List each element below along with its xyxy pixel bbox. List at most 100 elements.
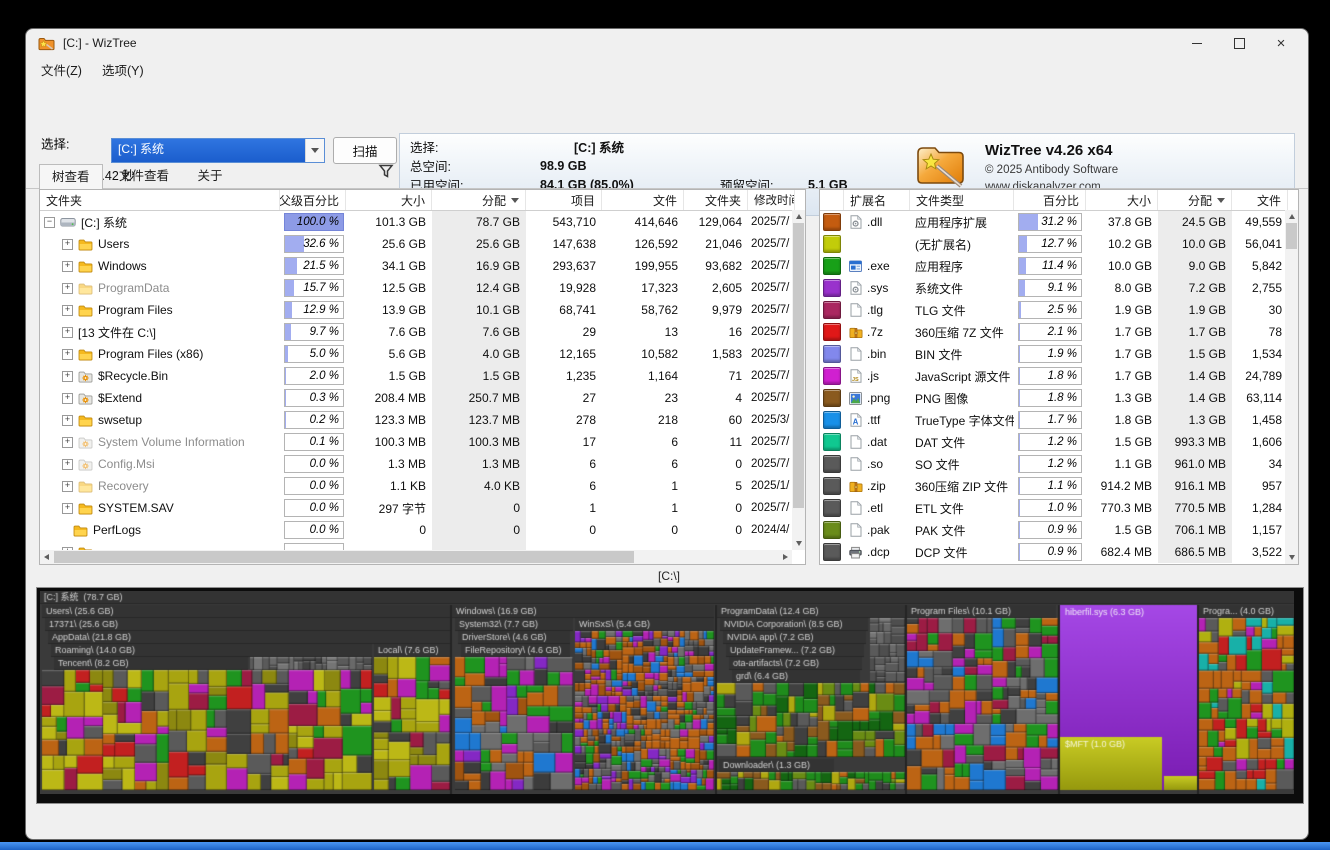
scan-button[interactable]: 扫描	[333, 137, 397, 164]
files-cell: 78	[1232, 321, 1288, 343]
menu-options[interactable]: 选项(Y)	[92, 60, 154, 79]
expand-expander[interactable]: +	[62, 503, 73, 514]
column-header-color[interactable]	[820, 190, 844, 210]
table-row[interactable]: +$Recycle.Bin2.0 %1.5 GB1.5 GB1,2351,164…	[40, 365, 805, 387]
column-header-folder[interactable]: 文件夹	[40, 190, 280, 210]
column-header-files[interactable]: 文件	[602, 190, 684, 210]
extension-cell: .so	[844, 453, 910, 475]
column-header-extension[interactable]: 扩展名	[844, 190, 910, 210]
scroll-up-arrow[interactable]	[1285, 210, 1298, 223]
table-row[interactable]: .zip360压缩 ZIP 文件1.1 %914.2 MB916.1 MB957	[820, 475, 1298, 497]
files-cell: 957	[1232, 475, 1288, 497]
table-row[interactable]: +[13 文件在 C:\]9.7 %7.6 GB7.6 GB2913162025…	[40, 321, 805, 343]
scroll-up-arrow[interactable]	[792, 210, 805, 223]
column-header-allocated[interactable]: 分配	[432, 190, 526, 210]
tab-tree-view[interactable]: 树查看	[39, 164, 103, 191]
expand-expander[interactable]: +	[62, 305, 73, 316]
tab-about[interactable]: 关于	[185, 164, 234, 189]
expand-expander[interactable]: +	[62, 371, 73, 382]
table-row[interactable]: +SYSTEM.SAV0.0 %297 字节01102025/7/	[40, 497, 805, 519]
expand-expander[interactable]: +	[62, 437, 73, 448]
expand-expander[interactable]: +	[62, 481, 73, 492]
table-row[interactable]: −[C:] 系统100.0 %101.3 GB78.7 GB543,710414…	[40, 211, 805, 233]
expand-expander[interactable]: +	[62, 327, 73, 338]
scroll-down-arrow[interactable]	[792, 537, 805, 550]
folder-name-cell: +[13 文件在 C:\]	[40, 321, 280, 343]
table-row[interactable]: .pakPAK 文件0.9 %1.5 GB706.1 MB1,157	[820, 519, 1298, 541]
collapse-expander[interactable]: −	[44, 217, 55, 228]
table-row[interactable]: .sys系统文件9.1 %8.0 GB7.2 GB2,755	[820, 277, 1298, 299]
scroll-right-arrow[interactable]	[779, 550, 792, 564]
close-button[interactable]: ×	[1260, 29, 1302, 57]
column-header-filetype[interactable]: 文件类型	[910, 190, 1014, 210]
table-row[interactable]: .pngPNG 图像1.8 %1.3 GB1.4 GB63,114	[820, 387, 1298, 409]
table-row[interactable]: PerfLogs0.0 %000002024/4/	[40, 519, 805, 541]
gear-folder-icon	[78, 436, 93, 449]
parent-percent-cell: 5.0 %	[280, 343, 346, 365]
table-row[interactable]: +Users32.6 %25.6 GB25.6 GB147,638126,592…	[40, 233, 805, 255]
table-row[interactable]: +Program Files12.9 %13.9 GB10.1 GB68,741…	[40, 299, 805, 321]
column-header-files[interactable]: 文件	[1232, 190, 1288, 210]
expand-expander[interactable]: +	[62, 239, 73, 250]
column-header-folders[interactable]: 文件夹	[684, 190, 748, 210]
table-row[interactable]: .datDAT 文件1.2 %1.5 GB993.3 MB1,606	[820, 431, 1298, 453]
table-row[interactable]: .exe应用程序11.4 %10.0 GB9.0 GB5,842	[820, 255, 1298, 277]
treemap-panel	[36, 587, 1304, 804]
treemap-canvas[interactable]	[40, 591, 1294, 794]
table-row[interactable]: .dll应用程序扩展31.2 %37.8 GB24.5 GB49,559	[820, 211, 1298, 233]
scrollbar-thumb[interactable]	[793, 223, 804, 508]
table-row[interactable]: (无扩展名)12.7 %10.2 GB10.0 GB56,041	[820, 233, 1298, 255]
scrollbar-thumb[interactable]	[54, 551, 634, 563]
expand-expander[interactable]: +	[62, 415, 73, 426]
table-row[interactable]: .binBIN 文件1.9 %1.7 GB1.5 GB1,534	[820, 343, 1298, 365]
chevron-down-icon[interactable]	[305, 139, 324, 162]
table-row[interactable]: +	[40, 541, 805, 550]
table-row[interactable]: +Program Files (x86)5.0 %5.6 GB4.0 GB12,…	[40, 343, 805, 365]
parent-percent-cell	[280, 541, 346, 550]
folder-icon	[78, 238, 93, 251]
drive-combobox[interactable]: [C:] 系统	[111, 138, 325, 163]
maximize-button[interactable]	[1218, 29, 1260, 57]
tab-file-view[interactable]: 文件查看	[107, 164, 181, 189]
percent-bar	[284, 543, 344, 550]
allocated-cell: 961.0 MB	[1158, 453, 1232, 475]
table-row[interactable]: JS.jsJavaScript 源文件1.8 %1.7 GB1.4 GB24,7…	[820, 365, 1298, 387]
table-row[interactable]: .tlgTLG 文件2.5 %1.9 GB1.9 GB30	[820, 299, 1298, 321]
column-header-size[interactable]: 大小	[346, 190, 432, 210]
tree-horizontal-scrollbar[interactable]	[40, 550, 792, 564]
scroll-down-arrow[interactable]	[1285, 551, 1298, 564]
expand-expander[interactable]: +	[62, 393, 73, 404]
table-row[interactable]: +$Extend0.3 %208.4 MB250.7 MB272342025/7…	[40, 387, 805, 409]
table-row[interactable]: +Config.Msi0.0 %1.3 MB1.3 MB6602025/7/	[40, 453, 805, 475]
column-header-percent[interactable]: 百分比	[1014, 190, 1086, 210]
table-row[interactable]: A.ttfTrueType 字体文件1.7 %1.8 GB1.3 GB1,458	[820, 409, 1298, 431]
files-cell: 126,592	[602, 233, 684, 255]
expand-expander[interactable]: +	[62, 459, 73, 470]
table-row[interactable]: .7z360压缩 7Z 文件2.1 %1.7 GB1.7 GB78	[820, 321, 1298, 343]
expand-expander[interactable]: +	[62, 283, 73, 294]
column-header-items[interactable]: 项目	[526, 190, 602, 210]
folder-name: Users	[98, 237, 129, 251]
table-row[interactable]: +swsetup0.2 %123.3 MB123.7 MB27821860202…	[40, 409, 805, 431]
table-row[interactable]: .dcpDCP 文件0.9 %682.4 MB686.5 MB3,522	[820, 541, 1298, 563]
table-row[interactable]: +System Volume Information0.1 %100.3 MB1…	[40, 431, 805, 453]
expand-expander[interactable]: +	[62, 261, 73, 272]
menu-file[interactable]: 文件(Z)	[31, 60, 92, 79]
extension-color-swatch	[823, 411, 841, 429]
expand-expander[interactable]: +	[62, 349, 73, 360]
table-row[interactable]: .soSO 文件1.2 %1.1 GB961.0 MB34	[820, 453, 1298, 475]
table-row[interactable]: +ProgramData15.7 %12.5 GB12.4 GB19,92817…	[40, 277, 805, 299]
column-header-size[interactable]: 大小	[1086, 190, 1158, 210]
table-row[interactable]: .etlETL 文件1.0 %770.3 MB770.5 MB1,284	[820, 497, 1298, 519]
tree-vertical-scrollbar[interactable]	[792, 210, 805, 550]
minimize-button[interactable]	[1176, 29, 1218, 57]
column-header-parent-percent[interactable]: 父级百分比	[280, 190, 346, 210]
column-header-allocated[interactable]: 分配	[1158, 190, 1232, 210]
table-row[interactable]: +Recovery0.0 %1.1 KB4.0 KB6152025/1/	[40, 475, 805, 497]
extension-vertical-scrollbar[interactable]	[1285, 210, 1298, 564]
scrollbar-thumb[interactable]	[1286, 223, 1297, 249]
folder-name: Program Files (x86)	[98, 347, 203, 361]
scroll-left-arrow[interactable]	[40, 550, 53, 564]
column-header-modified[interactable]: 修改时间	[748, 190, 795, 210]
table-row[interactable]: +Windows21.5 %34.1 GB16.9 GB293,637199,9…	[40, 255, 805, 277]
